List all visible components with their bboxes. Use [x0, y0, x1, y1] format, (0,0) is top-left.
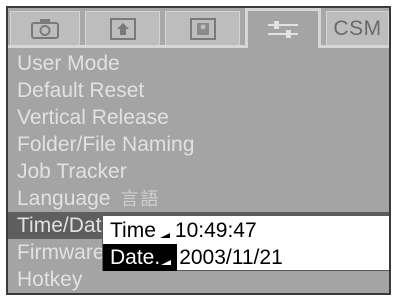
menu-item-label: Hotkey	[17, 268, 83, 291]
date-label-text: Date.	[110, 246, 161, 269]
tab-bar: CSM	[8, 8, 389, 48]
menu-item-language[interactable]: Language 言語	[8, 185, 389, 212]
date-row[interactable]: Date. 2003/11/21	[103, 244, 283, 271]
language-native-label: 言語	[120, 189, 161, 210]
menu-item-label: Job Tracker	[17, 160, 127, 183]
menu-item-label: Language	[17, 187, 111, 210]
date-label: Date.	[103, 244, 178, 271]
menu-item-label: Folder/File Naming	[17, 133, 195, 156]
menu-item-job-tracker[interactable]: Job Tracker	[8, 158, 389, 185]
setup-icon	[266, 19, 300, 41]
time-date-popup: Time 10:49:47 Date. 2003/11/21	[102, 215, 389, 271]
setting-marker-icon	[159, 217, 173, 244]
menu-item-default-reset[interactable]: Default Reset	[8, 77, 389, 104]
setting-marker-icon	[160, 244, 174, 271]
camera-icon	[30, 18, 60, 40]
camera-menu-screen: CSM User Mode Default Reset Vertical Rel…	[6, 6, 391, 295]
menu-item-vertical-release[interactable]: Vertical Release	[8, 104, 389, 131]
time-value: 10:49:47	[174, 219, 257, 242]
menu-item-user-mode[interactable]: User Mode	[8, 50, 389, 77]
time-label: Time	[110, 219, 156, 242]
date-value: 2003/11/21	[179, 246, 283, 269]
menu-item-folder-file-naming[interactable]: Folder/File Naming	[8, 131, 389, 158]
menu-item-label: Firmware	[17, 241, 105, 264]
tab-print[interactable]	[165, 11, 240, 45]
menu-item-label: Vertical Release	[17, 106, 169, 129]
time-row[interactable]: Time 10:49:47	[103, 217, 257, 244]
menu-item-label: Time/Date	[17, 214, 114, 237]
menu-item-label: Default Reset	[17, 79, 145, 102]
print-icon	[189, 17, 217, 41]
playback-icon	[109, 17, 137, 41]
tab-setup[interactable]	[245, 8, 321, 48]
menu-item-label: User Mode	[17, 52, 120, 75]
tab-camera[interactable]	[10, 11, 80, 45]
tab-csm[interactable]: CSM	[326, 11, 389, 45]
tab-playback[interactable]	[85, 11, 160, 45]
tab-csm-label: CSM	[333, 16, 382, 40]
